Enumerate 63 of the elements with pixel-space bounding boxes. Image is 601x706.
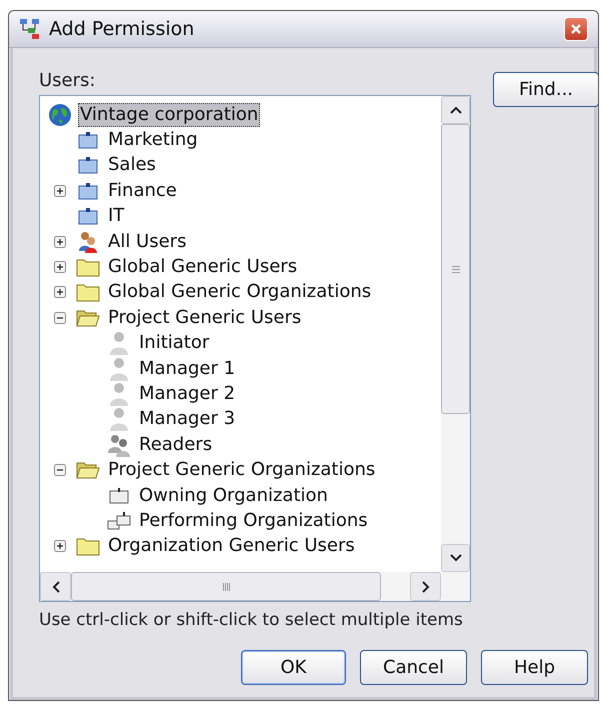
close-icon	[570, 23, 582, 35]
tree-item[interactable]: Manager 3	[137, 407, 238, 432]
tree-item[interactable]: Organization Generic Users	[106, 534, 357, 558]
grip-icon	[452, 266, 460, 272]
window-title: Add Permission	[49, 16, 196, 42]
box-icon	[109, 488, 129, 504]
briefcase-icon	[78, 156, 98, 174]
open-folder-icon	[76, 460, 100, 480]
person-icon	[109, 356, 129, 381]
scroll-thumb[interactable]	[71, 572, 381, 601]
collapse-icon[interactable]	[54, 464, 66, 476]
people-icon	[107, 432, 131, 457]
people-icon	[77, 230, 99, 253]
tree-item[interactable]: Manager 2	[137, 382, 238, 406]
tree-item[interactable]: All Users	[106, 230, 188, 254]
folder-icon	[76, 282, 100, 302]
horizontal-scrollbar[interactable]	[40, 572, 470, 601]
person-icon	[109, 407, 129, 432]
vertical-scrollbar[interactable]	[441, 96, 470, 572]
expand-icon[interactable]	[54, 286, 66, 298]
hierarchy-icon	[19, 18, 41, 40]
dialog-button[interactable]: OK	[241, 650, 346, 684]
tree-item[interactable]: Project Generic Users	[106, 306, 304, 330]
tree-item[interactable]: Sales	[106, 153, 158, 178]
tree-item[interactable]: IT	[106, 204, 126, 228]
tree-item[interactable]: Project Generic Organizations	[106, 458, 378, 482]
dialog-button[interactable]: Help	[481, 650, 588, 684]
expand-icon[interactable]	[54, 184, 66, 197]
briefcase-icon	[78, 131, 98, 150]
tree-item[interactable]: Global Generic Users	[106, 255, 300, 280]
scroll-up-button[interactable]	[441, 96, 470, 124]
tree-item[interactable]: Marketing	[106, 128, 200, 152]
expand-icon[interactable]	[54, 261, 66, 274]
folder-icon	[76, 536, 100, 556]
scroll-thumb[interactable]	[441, 124, 470, 414]
person-icon	[109, 382, 129, 406]
hint-text: Use ctrl-click or shift-click to select multiple items	[39, 609, 464, 632]
users-label: Users:	[39, 70, 96, 93]
boxes-icon	[107, 512, 131, 530]
tree-item[interactable]: Readers	[137, 432, 214, 457]
grip-icon	[222, 582, 230, 590]
collapse-icon[interactable]	[54, 312, 66, 324]
tree-item[interactable]: Performing Organizations	[137, 508, 370, 533]
tree-item[interactable]: Manager 1	[137, 356, 238, 381]
tree-item[interactable]: Owning Organization	[137, 484, 330, 508]
tree-item[interactable]: Global Generic Organizations	[106, 280, 374, 304]
tree-item[interactable]: Finance	[106, 178, 179, 203]
open-folder-icon	[76, 308, 100, 328]
briefcase-icon	[78, 207, 98, 226]
person-icon	[109, 331, 129, 356]
expand-icon[interactable]	[54, 540, 66, 552]
scroll-right-button[interactable]	[410, 572, 441, 601]
tree-item[interactable]: Initiator	[137, 331, 212, 356]
dialog-button[interactable]: Cancel	[360, 650, 467, 684]
dialog-button[interactable]: Find...	[493, 72, 598, 107]
briefcase-icon	[78, 182, 98, 200]
tree-item[interactable]: Vintage corporation	[78, 102, 260, 127]
globe-icon	[48, 102, 72, 127]
expand-icon[interactable]	[54, 236, 66, 248]
scroll-left-button[interactable]	[40, 572, 71, 601]
scroll-down-button[interactable]	[441, 544, 470, 572]
close-button[interactable]	[564, 17, 588, 41]
folder-icon	[76, 257, 100, 278]
